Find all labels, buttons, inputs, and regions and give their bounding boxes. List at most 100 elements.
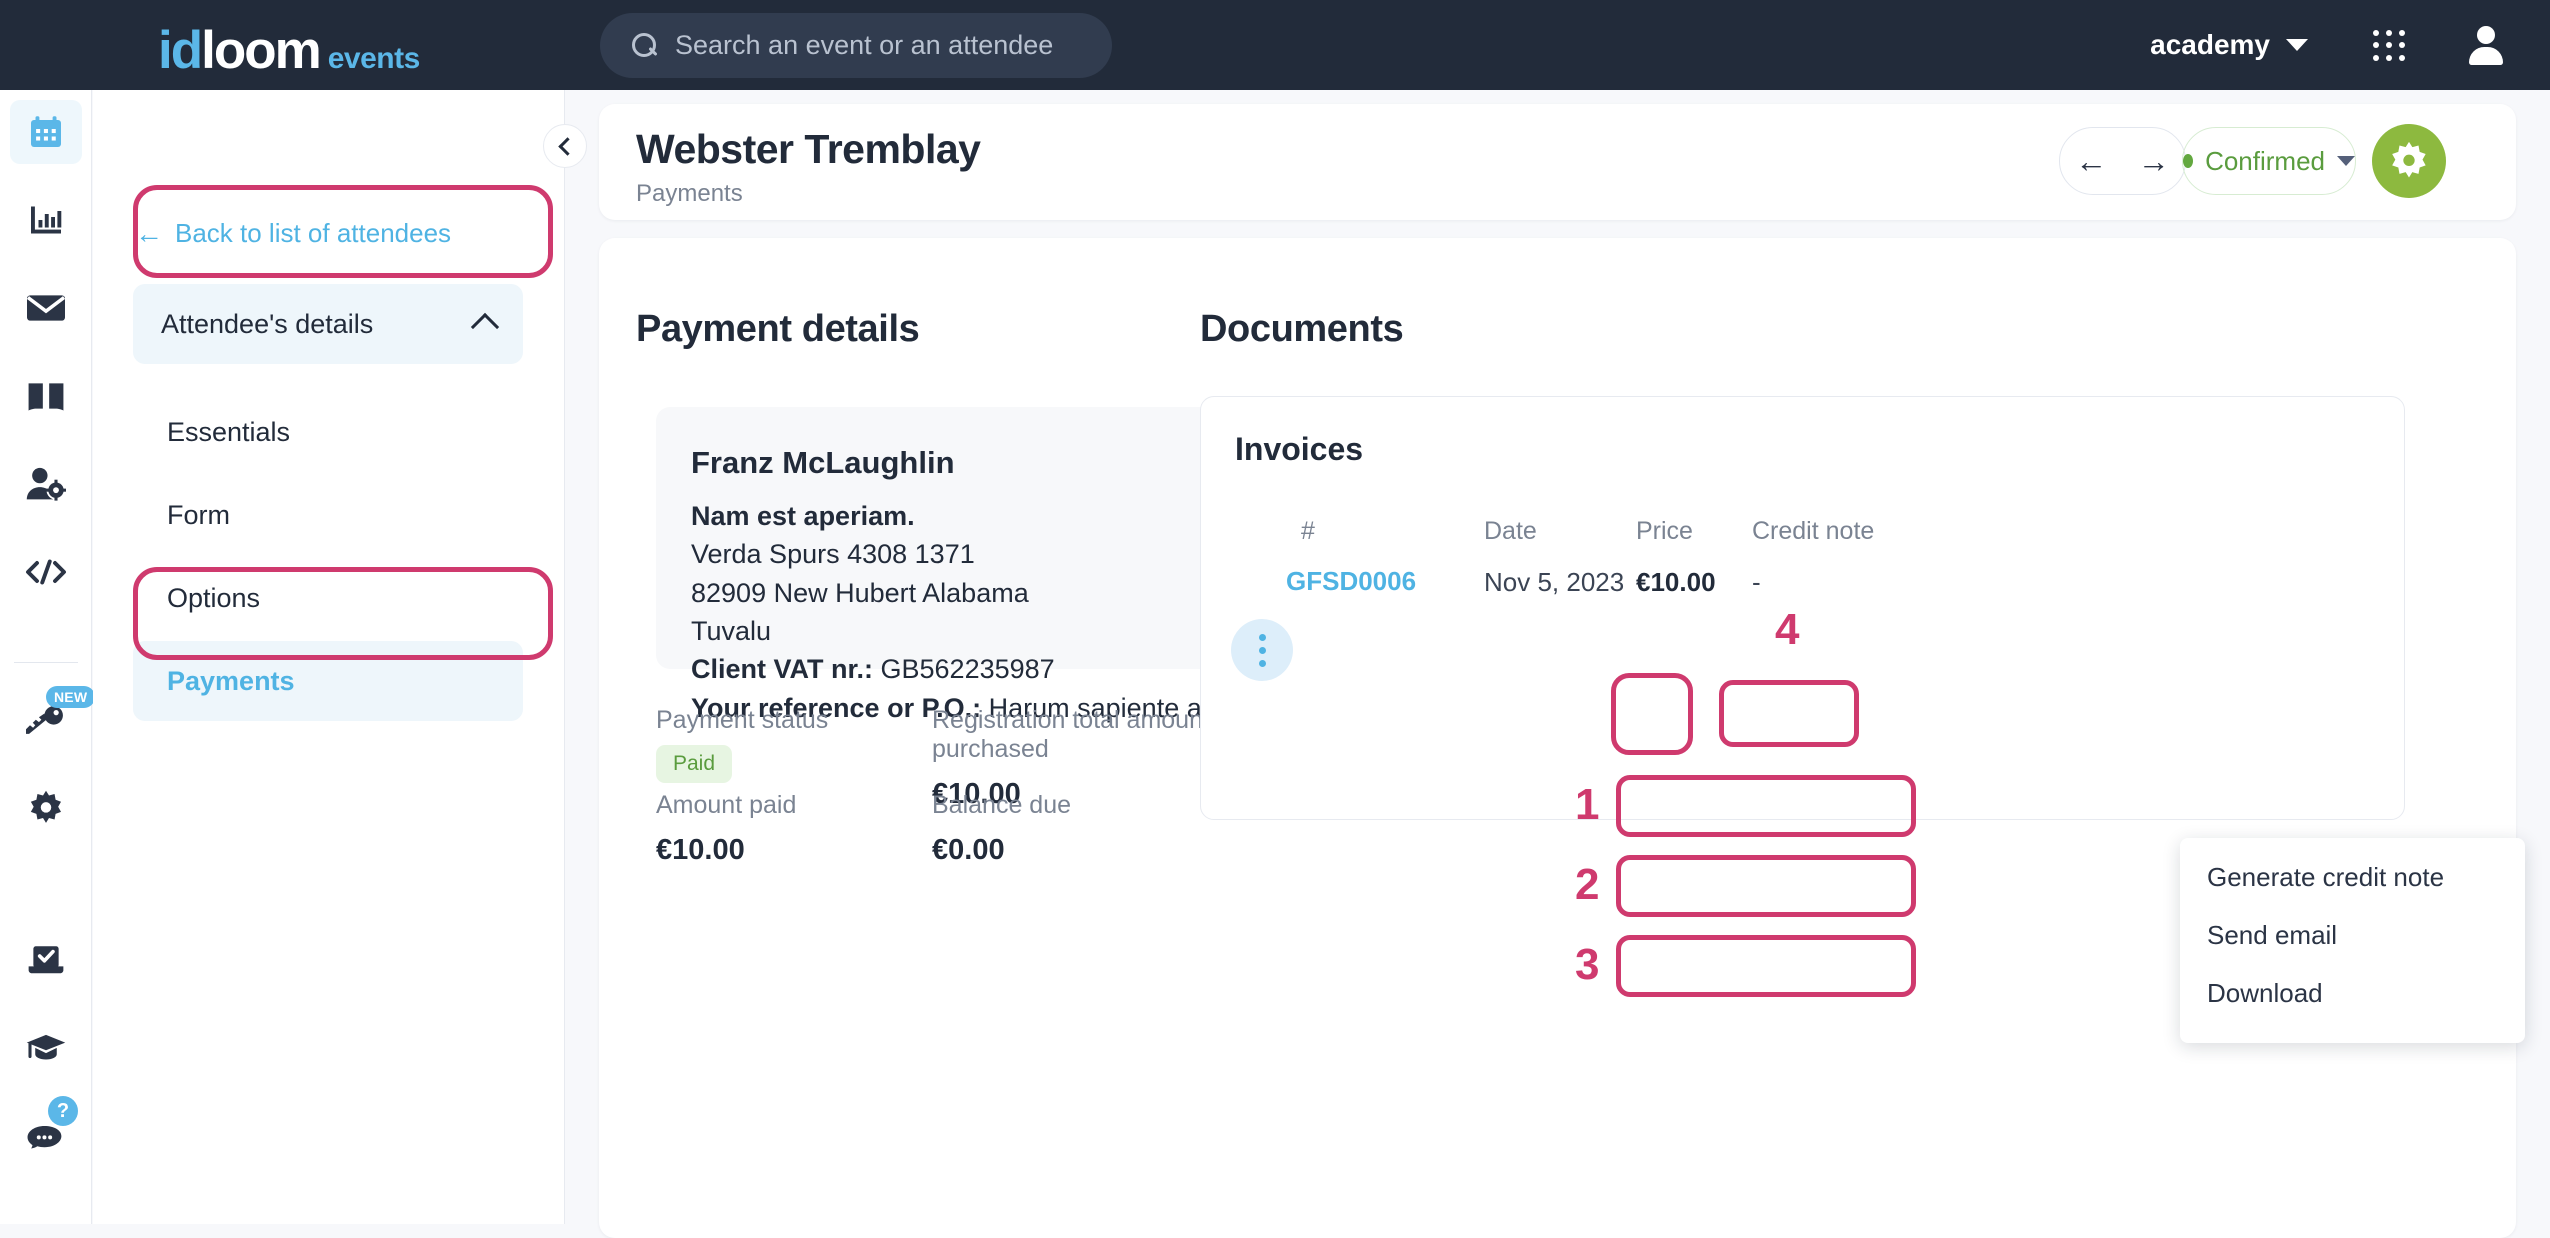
rail-item-user-settings[interactable] [10, 452, 82, 516]
documents-title: Documents [1200, 308, 1404, 350]
invoices-title: Invoices [1235, 431, 1364, 467]
chevron-left-icon [558, 136, 577, 156]
next-record-icon[interactable]: → [2138, 143, 2170, 180]
rail-divider [14, 662, 78, 663]
annotation-number-4: 4 [1775, 605, 1800, 654]
gear-icon [2392, 141, 2426, 178]
icon-rail: NEW ? [0, 90, 96, 1224]
nav-group-label: Attendee's details [161, 308, 374, 339]
balance-due-value: €0.00 [932, 834, 1005, 866]
rail-item-key[interactable]: NEW [10, 686, 96, 752]
amount-paid-label: Amount paid [656, 791, 797, 819]
rail-badge-new: NEW [46, 686, 96, 708]
sidebar-item-form[interactable]: Form [133, 475, 523, 555]
back-link-label: Back to list of attendees [175, 218, 452, 248]
invoice-row-menu-button[interactable] [1231, 619, 1293, 681]
menu-item-label: Send email [2207, 919, 2338, 950]
record-navigation[interactable]: ← → [2059, 127, 2186, 195]
billing-vat-value: GB562235987 [880, 654, 1055, 685]
menu-item-download[interactable]: Download [2180, 964, 2525, 1022]
code-icon [26, 559, 66, 585]
graduation-cap-icon [26, 1034, 66, 1060]
payments-body-card: Payment details Documents Franz McLaughl… [599, 238, 2516, 1238]
attendee-header-card: Webster Tremblay Payments ← → Confirmed [599, 104, 2516, 220]
account-name: academy [2150, 29, 2270, 60]
column-header-number: # [1301, 517, 1315, 545]
billing-company: Nam est aperiam. [691, 501, 915, 531]
rail-item-settings[interactable] [10, 776, 82, 840]
app-logo[interactable]: id loom events [158, 20, 420, 81]
invoice-credit-note: - [1752, 567, 1761, 597]
invoice-number-link[interactable]: GFSD0006 [1286, 566, 1416, 597]
rail-badge-help: ? [48, 1096, 78, 1126]
nav-item-label: Options [167, 582, 261, 613]
rail-item-academy[interactable] [10, 1016, 82, 1080]
registration-total-label: Registration total amount purchased [932, 706, 1210, 763]
menu-item-send-email[interactable]: Send email [2180, 906, 2525, 964]
statistics-icon [31, 206, 62, 234]
arrow-left-icon: ← [135, 217, 163, 249]
nav-group-attendees-details[interactable]: Attendee's details [133, 284, 523, 364]
settings-action-button[interactable] [2372, 124, 2446, 198]
chevron-down-icon [2286, 39, 2308, 51]
search-icon [632, 32, 658, 59]
rail-item-code[interactable] [10, 540, 82, 604]
field-amount-paid: Amount paid €10.00 [656, 791, 796, 867]
annotation-number-1: 1 [1575, 780, 1600, 829]
sidebar-item-payments[interactable]: Payments [133, 641, 523, 721]
account-switcher[interactable]: academy [2130, 18, 2328, 72]
payment-details-title: Payment details [636, 308, 920, 350]
field-balance-due: Balance due €0.00 [932, 791, 1071, 867]
back-to-attendees-link[interactable]: ← Back to list of attendees [135, 218, 451, 249]
grid-apps-icon[interactable] [2373, 30, 2407, 62]
menu-item-generate-credit-note[interactable]: Generate credit note [2180, 848, 2525, 906]
rail-item-statistics[interactable] [10, 188, 82, 252]
column-header-date: Date [1484, 517, 1537, 545]
annotation-number-3: 3 [1575, 940, 1600, 989]
rail-item-mail[interactable] [10, 276, 82, 340]
nav-item-label: Payments [167, 665, 295, 696]
attendee-nav-panel: ← Back to list of attendees Attendee's d… [93, 90, 565, 1224]
page-subtitle: Payments [636, 180, 743, 207]
rail-item-calendar[interactable] [10, 100, 82, 164]
kebab-dot [1258, 646, 1266, 654]
annotation-number-2: 2 [1575, 860, 1600, 909]
user-avatar-icon[interactable] [2466, 26, 2506, 66]
gear-icon [30, 790, 62, 823]
search-placeholder: Search an event or an attendee [675, 30, 1054, 60]
balance-due-label: Balance due [932, 791, 1072, 819]
rail-item-checkin[interactable] [10, 928, 82, 992]
key-icon [26, 706, 63, 734]
chevron-down-icon [2337, 156, 2355, 166]
mail-icon [27, 295, 65, 321]
payment-status-value: Paid [656, 745, 733, 783]
column-header-credit-note: Credit note [1752, 517, 1875, 545]
book-icon [28, 383, 64, 411]
field-payment-status: Payment status Paid [656, 706, 828, 783]
logo-text-loom: loom [201, 21, 322, 80]
invoice-price: €10.00 [1636, 567, 1716, 597]
kebab-dot [1258, 659, 1266, 667]
payment-status-label: Payment status [656, 706, 829, 734]
menu-item-label: Download [2207, 977, 2323, 1008]
logo-text-id: id [158, 21, 203, 80]
billing-vat-label: Client VAT nr.: [691, 654, 873, 685]
logo-text-events: events [327, 42, 421, 75]
invoices-card: Invoices # Date Price Credit note GFSD00… [1200, 396, 2405, 820]
status-dot-icon [2183, 154, 2194, 168]
rail-item-chat-help[interactable]: ? [10, 1096, 82, 1168]
collapse-sidebar-button[interactable] [543, 124, 587, 168]
column-header-price: Price [1636, 517, 1693, 545]
status-badge[interactable]: Confirmed [2182, 127, 2356, 195]
rail-item-book[interactable] [10, 364, 82, 428]
invoice-date: Nov 5, 2023 [1484, 567, 1625, 597]
calendar-icon [31, 116, 61, 147]
prev-record-icon[interactable]: ← [2075, 143, 2107, 180]
user-settings-icon [26, 467, 66, 501]
sidebar-item-options[interactable]: Options [133, 558, 523, 638]
page-title: Webster Tremblay [636, 126, 981, 172]
search-input[interactable]: Search an event or an attendee [600, 13, 1112, 78]
kebab-dot [1258, 633, 1266, 641]
amount-paid-value: €10.00 [656, 834, 745, 866]
sidebar-item-essentials[interactable]: Essentials [133, 392, 523, 472]
